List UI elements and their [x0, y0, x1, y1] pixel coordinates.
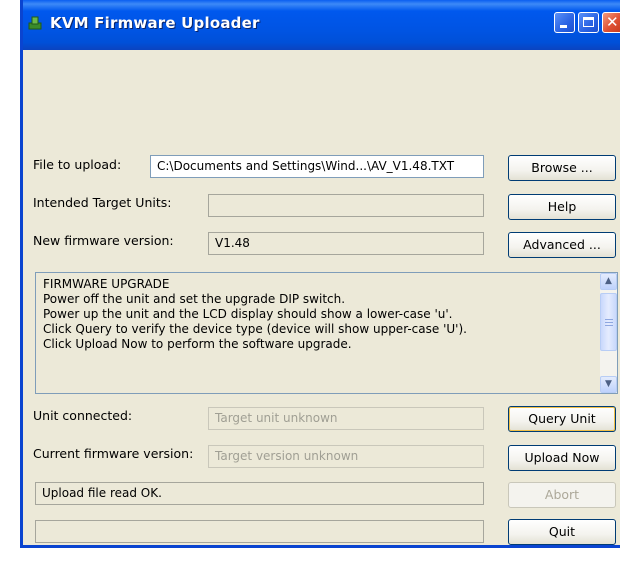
- minimize-icon: [560, 25, 567, 28]
- instructions-text: FIRMWARE UPGRADE Power off the unit and …: [43, 277, 467, 352]
- instruction-line: Click Upload Now to perform the software…: [43, 337, 352, 351]
- progress-bar: [35, 520, 484, 543]
- minimize-button[interactable]: [554, 12, 575, 33]
- instructions-scrollbar[interactable]: ▲ ▼: [600, 273, 617, 393]
- status-field: Upload file read OK.: [35, 482, 484, 505]
- scroll-down-button[interactable]: ▼: [600, 376, 617, 393]
- intended-target-units-field: [208, 194, 484, 217]
- unit-connected-field: Target unit unknown: [208, 407, 484, 430]
- thumb-grip-icon: [605, 319, 613, 320]
- thumb-grip-icon: [605, 322, 613, 323]
- scroll-thumb[interactable]: [600, 293, 617, 351]
- app-window: KVM Firmware Uploader ✕ File to upload: …: [20, 0, 620, 548]
- current-firmware-version-field: Target version unknown: [208, 445, 484, 468]
- upload-now-button[interactable]: Upload Now: [508, 445, 616, 471]
- query-unit-button[interactable]: Query Unit: [508, 406, 616, 432]
- maximize-icon: [583, 17, 594, 27]
- instruction-line: Power off the unit and set the upgrade D…: [43, 292, 346, 306]
- thumb-grip-icon: [605, 325, 613, 326]
- browse-button[interactable]: Browse ...: [508, 155, 616, 181]
- scroll-up-button[interactable]: ▲: [600, 273, 617, 290]
- current-firmware-version-label: Current firmware version:: [33, 446, 194, 461]
- scroll-up-icon: ▲: [605, 276, 612, 286]
- app-icon: [28, 16, 42, 30]
- file-to-upload-label: File to upload:: [33, 157, 122, 172]
- new-firmware-version-label: New firmware version:: [33, 233, 174, 248]
- title-bar[interactable]: KVM Firmware Uploader ✕: [23, 0, 620, 50]
- quit-button[interactable]: Quit: [508, 519, 616, 545]
- instruction-line: Click Query to verify the device type (d…: [43, 322, 467, 336]
- help-button[interactable]: Help: [508, 194, 616, 220]
- abort-button: Abort: [508, 482, 616, 508]
- close-icon: ✕: [606, 13, 619, 31]
- window-title: KVM Firmware Uploader: [50, 14, 260, 32]
- intended-target-units-label: Intended Target Units:: [33, 195, 172, 210]
- instruction-line: Power up the unit and the LCD display sh…: [43, 307, 453, 321]
- close-button[interactable]: ✕: [602, 12, 620, 33]
- instruction-line: FIRMWARE UPGRADE: [43, 277, 170, 291]
- new-firmware-version-field: V1.48: [208, 232, 484, 255]
- maximize-button[interactable]: [578, 12, 599, 33]
- advanced-button[interactable]: Advanced ...: [508, 232, 616, 258]
- instructions-textarea[interactable]: FIRMWARE UPGRADE Power off the unit and …: [35, 272, 618, 394]
- unit-connected-label: Unit connected:: [33, 408, 133, 423]
- scroll-down-icon: ▼: [605, 379, 612, 389]
- file-path-input[interactable]: C:\Documents and Settings\Wind...\AV_V1.…: [150, 155, 484, 178]
